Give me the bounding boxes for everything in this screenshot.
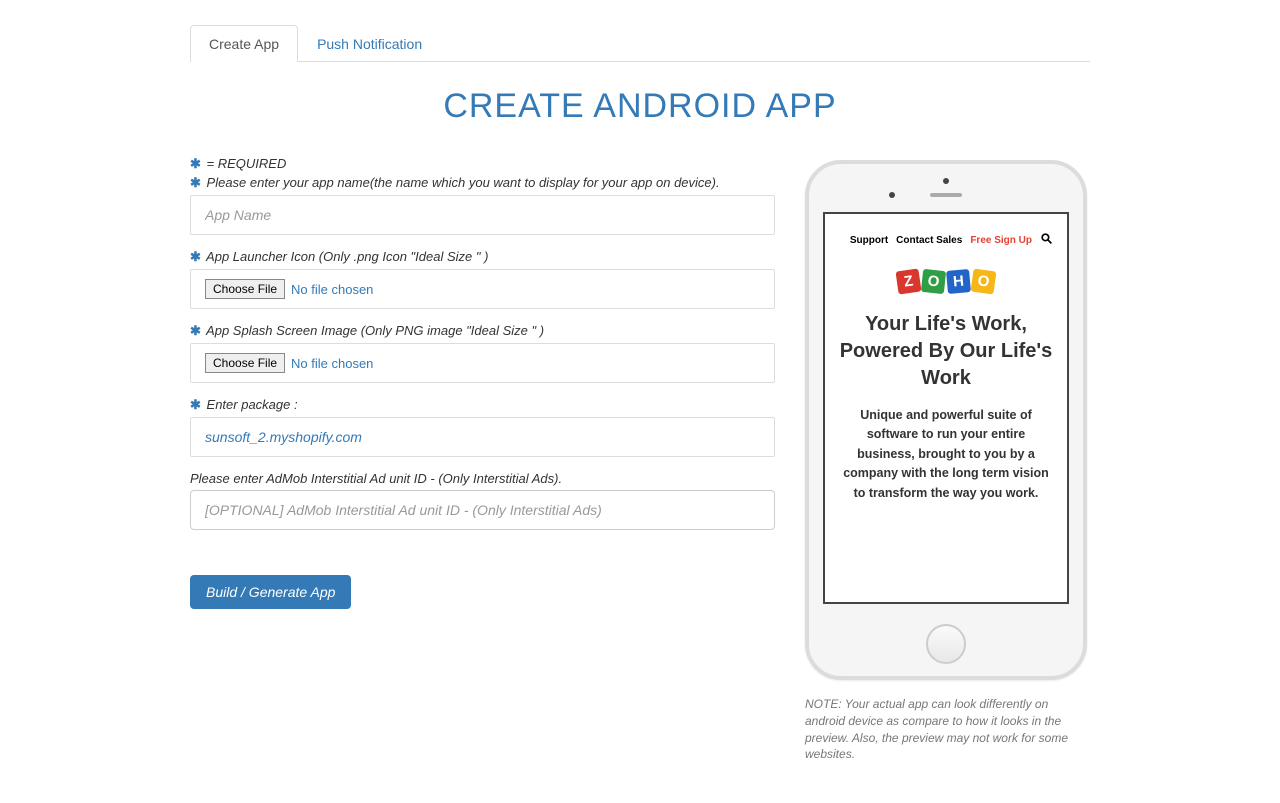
asterisk-icon: ✱ [190, 156, 201, 171]
preview-top-nav: Support Contact Sales Free Sign Up [839, 232, 1053, 248]
phone-screen: Support Contact Sales Free Sign Up Z O H… [823, 212, 1069, 604]
asterisk-icon: ✱ [190, 249, 201, 264]
logo-letter: O [971, 269, 997, 295]
package-label: ✱ Enter package : [190, 397, 775, 413]
build-generate-button[interactable]: Build / Generate App [190, 575, 351, 609]
app-name-label: ✱ Please enter your app name(the name wh… [190, 175, 775, 191]
logo-letter: Z [896, 269, 922, 295]
admob-input[interactable] [190, 490, 775, 530]
launcher-icon-label: ✱ App Launcher Icon (Only .png Icon "Ide… [190, 249, 775, 265]
page-title: CREATE ANDROID APP [190, 87, 1090, 126]
app-name-input[interactable] [190, 195, 775, 235]
preview-signup-link: Free Sign Up [970, 235, 1032, 246]
search-icon [1040, 232, 1053, 248]
phone-top-bezel [809, 164, 1083, 212]
splash-screen-label: ✱ App Splash Screen Image (Only PNG imag… [190, 323, 775, 339]
asterisk-icon: ✱ [190, 397, 201, 412]
logo-letter: H [946, 269, 971, 294]
preview-support-link: Support [850, 235, 888, 246]
phone-preview: Support Contact Sales Free Sign Up Z O H… [805, 160, 1087, 680]
asterisk-icon: ✱ [190, 175, 201, 190]
admob-label: Please enter AdMob Interstitial Ad unit … [190, 471, 775, 486]
splash-screen-file-field: Choose File No file chosen [190, 343, 775, 383]
phone-camera-icon [943, 178, 949, 184]
preview-heading: Your Life's Work, Powered By Our Life's … [839, 311, 1053, 392]
logo-letter: O [921, 269, 946, 294]
zoho-logo: Z O H O [839, 270, 1053, 293]
launcher-file-status: No file chosen [291, 282, 373, 297]
splash-file-status: No file chosen [291, 356, 373, 371]
phone-home-button-icon [926, 624, 966, 664]
tab-push-notification[interactable]: Push Notification [298, 25, 441, 62]
tabs-bar: Create App Push Notification [190, 25, 1090, 62]
preview-paragraph: Unique and powerful suite of software to… [839, 406, 1053, 503]
tab-create-app[interactable]: Create App [190, 25, 298, 62]
splash-choose-file-button[interactable]: Choose File [205, 353, 285, 373]
required-legend: ✱ = REQUIRED [190, 156, 775, 172]
launcher-choose-file-button[interactable]: Choose File [205, 279, 285, 299]
preview-contact-link: Contact Sales [896, 235, 962, 246]
package-input[interactable] [190, 417, 775, 457]
asterisk-icon: ✱ [190, 323, 201, 338]
phone-speaker-icon [930, 193, 962, 197]
launcher-icon-file-field: Choose File No file chosen [190, 269, 775, 309]
phone-sensor-icon [889, 192, 895, 198]
preview-note: NOTE: Your actual app can look different… [805, 696, 1090, 763]
